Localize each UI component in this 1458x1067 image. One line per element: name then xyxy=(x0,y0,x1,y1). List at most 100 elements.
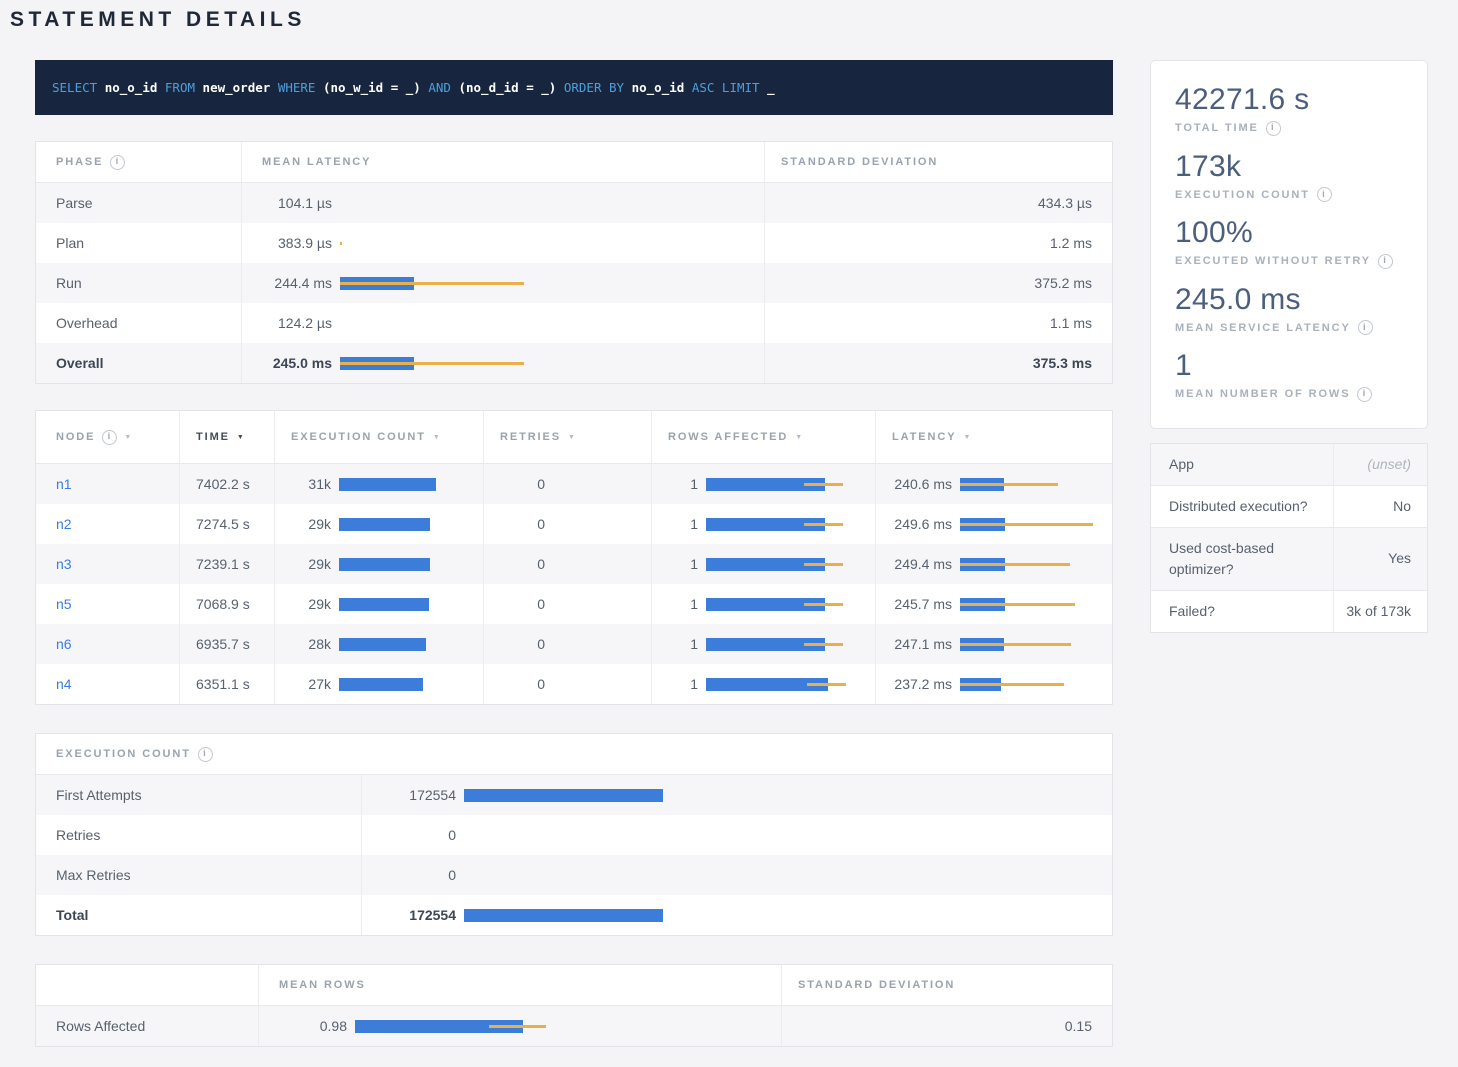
execution-count-value: 0 xyxy=(378,827,1106,843)
bar-track xyxy=(960,557,1106,572)
node-cell: n1 xyxy=(36,464,179,504)
node-row: n46351.1 s27k01237.2 ms xyxy=(36,664,1112,704)
node-row: n17402.2 s31k01240.6 ms xyxy=(36,464,1112,504)
node-link[interactable]: n6 xyxy=(56,636,72,652)
phase-label: Overall xyxy=(36,343,241,383)
info-icon[interactable] xyxy=(1378,254,1393,269)
node-link[interactable]: n2 xyxy=(56,516,72,532)
mean-latency-cell: 104.1 µs xyxy=(241,183,764,223)
sql-token-id: (no_d_id = _) xyxy=(458,80,556,95)
execution-count-cell: 29k xyxy=(274,504,483,544)
bar-track xyxy=(355,1019,775,1034)
info-icon[interactable] xyxy=(1358,320,1373,335)
stddev-column-header: STANDARD DEVIATION xyxy=(764,142,1112,182)
details-label: Used cost-based optimizer? xyxy=(1151,528,1333,590)
execution-count-cell: 31k xyxy=(274,464,483,504)
execution-count: 27k xyxy=(291,676,477,692)
retries-cell: 0 xyxy=(483,464,651,504)
column-header-rows-affected[interactable]: ROWS AFFECTED xyxy=(651,411,875,463)
column-header-node[interactable]: NODE xyxy=(36,411,179,463)
sql-token-id: _ xyxy=(767,80,775,95)
details-row: App(unset) xyxy=(1151,444,1427,485)
bar-track xyxy=(339,557,477,572)
stddev-line xyxy=(804,603,843,606)
bar-track xyxy=(960,517,1106,532)
execution-count-value-cell: 172554 xyxy=(361,895,1112,935)
info-icon[interactable] xyxy=(198,747,213,762)
node-cell: n6 xyxy=(36,624,179,664)
retries: 0 xyxy=(500,476,635,492)
execution-count-table-header: EXECUTION COUNT xyxy=(36,734,1112,775)
bar-track xyxy=(960,597,1106,612)
summary-item: 1MEAN NUMBER OF ROWS xyxy=(1175,349,1403,402)
summary-value: 245.0 ms xyxy=(1175,283,1403,318)
mean-rows-cell: 0.98 xyxy=(258,1006,781,1046)
node-cell: n3 xyxy=(36,544,179,584)
execution-count-row-label: Retries xyxy=(36,815,361,855)
bar-track xyxy=(464,908,1106,923)
execution-count-value-cell: 172554 xyxy=(361,775,1112,815)
mean-latency: 124.2 µs xyxy=(262,315,758,331)
sql-statement: SELECT no_o_id FROM new_order WHERE (no_… xyxy=(52,80,775,95)
execution-count-title-cell: EXECUTION COUNT xyxy=(36,734,1112,774)
execution-count-cell: 29k xyxy=(274,544,483,584)
rows-affected-cell: 1 xyxy=(651,584,875,624)
stddev-line xyxy=(960,563,1070,566)
sql-token-kw: ASC xyxy=(692,80,715,95)
node-link[interactable]: n5 xyxy=(56,596,72,612)
sort-arrow-icon xyxy=(237,434,246,441)
node-row: n57068.9 s29k01245.7 ms xyxy=(36,584,1112,624)
bar-value: 0 xyxy=(500,596,545,612)
retries-cell: 0 xyxy=(483,584,651,624)
details-label: Distributed execution? xyxy=(1151,486,1333,527)
mean-latency-cell: 245.0 ms xyxy=(241,343,764,383)
bar-value: 0 xyxy=(500,636,545,652)
node-row: n27274.5 s29k01249.6 ms xyxy=(36,504,1112,544)
retries-cell: 0 xyxy=(483,544,651,584)
bar-track xyxy=(340,356,758,371)
phase-row: Parse104.1 µs434.3 µs xyxy=(36,183,1112,223)
time-cell: 7402.2 s xyxy=(179,464,274,504)
latency: 245.7 ms xyxy=(892,596,1106,612)
bar-value: 0 xyxy=(500,556,545,572)
phase-label: Plan xyxy=(36,223,241,263)
details-row: Used cost-based optimizer?Yes xyxy=(1151,527,1427,590)
bar-track xyxy=(706,517,869,532)
latency: 249.4 ms xyxy=(892,556,1106,572)
bar-value: 29k xyxy=(291,556,331,572)
rows-affected-cell: 1 xyxy=(651,544,875,584)
sql-token-kw: WHERE xyxy=(278,80,316,95)
node-link[interactable]: n1 xyxy=(56,476,72,492)
column-header-latency[interactable]: LATENCY xyxy=(875,411,1112,463)
stddev-header-label: STANDARD DEVIATION xyxy=(781,156,938,168)
rows-affected: 1 xyxy=(668,636,869,652)
info-icon[interactable] xyxy=(102,430,117,445)
info-icon[interactable] xyxy=(1266,121,1281,136)
retries: 0 xyxy=(500,516,635,532)
mean-bar xyxy=(464,789,663,802)
summary-label-text: EXECUTED WITHOUT RETRY xyxy=(1175,255,1371,267)
page-title: STATEMENT DETAILS xyxy=(10,8,1458,32)
execution-count-row: First Attempts172554 xyxy=(36,775,1112,815)
execution-count-row: Retries 0 xyxy=(36,815,1112,855)
node-link[interactable]: n4 xyxy=(56,676,72,692)
stddev-cell: 1.1 ms xyxy=(764,303,1112,343)
execution-count-row-label: First Attempts xyxy=(36,775,361,815)
summary-label: MEAN NUMBER OF ROWS xyxy=(1175,387,1403,402)
column-header-execution-count[interactable]: EXECUTION COUNT xyxy=(274,411,483,463)
info-icon[interactable] xyxy=(1357,387,1372,402)
execution-count-title: EXECUTION COUNT xyxy=(56,748,191,760)
column-header-time[interactable]: TIME xyxy=(179,411,274,463)
phase-row: Plan383.9 µs1.2 ms xyxy=(36,223,1112,263)
rows-affected: 1 xyxy=(668,556,869,572)
time-cell: 7068.9 s xyxy=(179,584,274,624)
info-icon[interactable] xyxy=(110,155,125,170)
summary-value: 173k xyxy=(1175,150,1403,185)
column-header-retries[interactable]: RETRIES xyxy=(483,411,651,463)
latency-cell: 249.4 ms xyxy=(875,544,1112,584)
stddev-line xyxy=(960,683,1064,686)
info-icon[interactable] xyxy=(1317,187,1332,202)
node-link[interactable]: n3 xyxy=(56,556,72,572)
bar-value: 240.6 ms xyxy=(892,476,952,492)
statement-details-panel: App(unset)Distributed execution?NoUsed c… xyxy=(1150,443,1428,633)
